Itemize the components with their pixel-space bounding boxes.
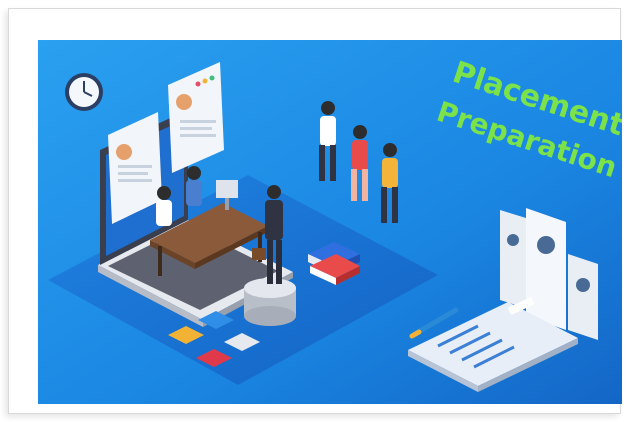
interviewer-man	[186, 166, 202, 206]
image-frame: Placement Preparation	[0, 0, 631, 422]
clock-icon	[65, 73, 103, 111]
placement-illustration: Placement Preparation	[38, 40, 622, 404]
interviewer-woman	[156, 186, 172, 226]
